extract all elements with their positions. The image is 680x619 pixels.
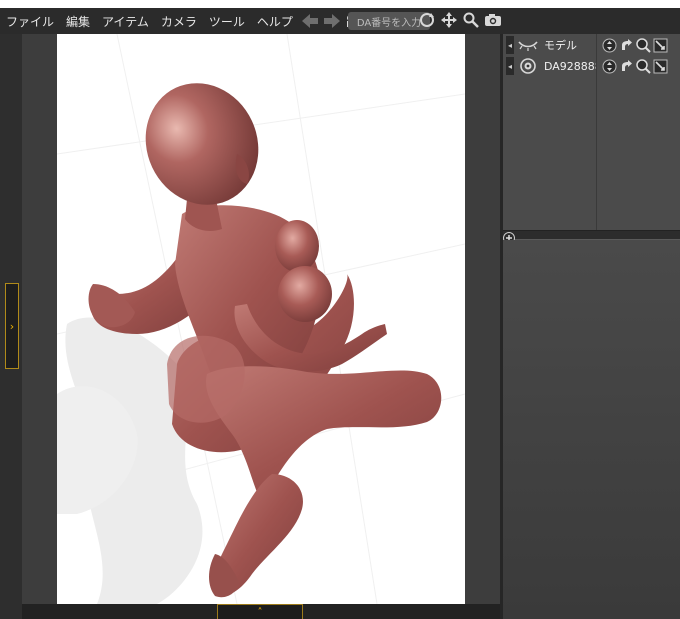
- properties-panel: [503, 240, 680, 619]
- chevron-up-icon: ˄: [257, 606, 263, 618]
- move-icon[interactable]: [440, 11, 458, 29]
- scale-control-icon[interactable]: [653, 38, 668, 53]
- item-controls: [602, 58, 670, 74]
- rotate-control-icon[interactable]: [602, 38, 617, 53]
- posed-figure-render: [57, 34, 465, 604]
- scene-item-row[interactable]: ◂ モデル: [503, 35, 680, 55]
- menu-camera[interactable]: カメラ: [155, 13, 203, 30]
- 3d-viewport-canvas[interactable]: [57, 34, 465, 604]
- rotate-control-icon[interactable]: [602, 59, 617, 74]
- camera-icon[interactable]: [484, 11, 502, 29]
- window-title-strip: [0, 0, 680, 8]
- scene-item-row[interactable]: ◂ DA928888: [503, 56, 680, 76]
- menu-file[interactable]: ファイル: [0, 13, 60, 30]
- left-panel-expand-button[interactable]: ›: [5, 283, 19, 369]
- scene-item-label: モデル: [544, 39, 577, 52]
- menubar: ファイル 編集 アイテム カメラ ツール ヘルプ: [0, 8, 680, 34]
- arrow-left-icon[interactable]: [301, 12, 319, 30]
- scene-item-label: DA928888: [544, 59, 596, 73]
- move-control-icon[interactable]: [619, 38, 634, 53]
- eye-icon[interactable]: [516, 57, 540, 75]
- zoom-control-icon[interactable]: [636, 37, 651, 53]
- chevron-right-icon: ›: [9, 319, 15, 333]
- toolbar-view-controls: [416, 11, 504, 29]
- rotate-icon[interactable]: [418, 11, 436, 29]
- closed-eye-icon[interactable]: [516, 36, 540, 54]
- menu-item[interactable]: アイテム: [96, 13, 155, 30]
- item-controls: [602, 37, 670, 53]
- panel-splitter[interactable]: [503, 230, 680, 240]
- menu-edit[interactable]: 編集: [60, 13, 96, 30]
- arrow-right-icon[interactable]: [323, 12, 341, 30]
- zoom-control-icon[interactable]: [636, 58, 651, 74]
- item-collapse-toggle[interactable]: ◂: [506, 57, 514, 75]
- menu-tools[interactable]: ツール: [203, 13, 251, 30]
- bottom-panel-expand-button[interactable]: ˄: [217, 604, 303, 619]
- item-collapse-toggle[interactable]: ◂: [506, 36, 514, 54]
- move-control-icon[interactable]: [619, 59, 634, 74]
- zoom-icon[interactable]: [462, 11, 480, 29]
- menu-help[interactable]: ヘルプ: [251, 13, 299, 30]
- scale-control-icon[interactable]: [653, 59, 668, 74]
